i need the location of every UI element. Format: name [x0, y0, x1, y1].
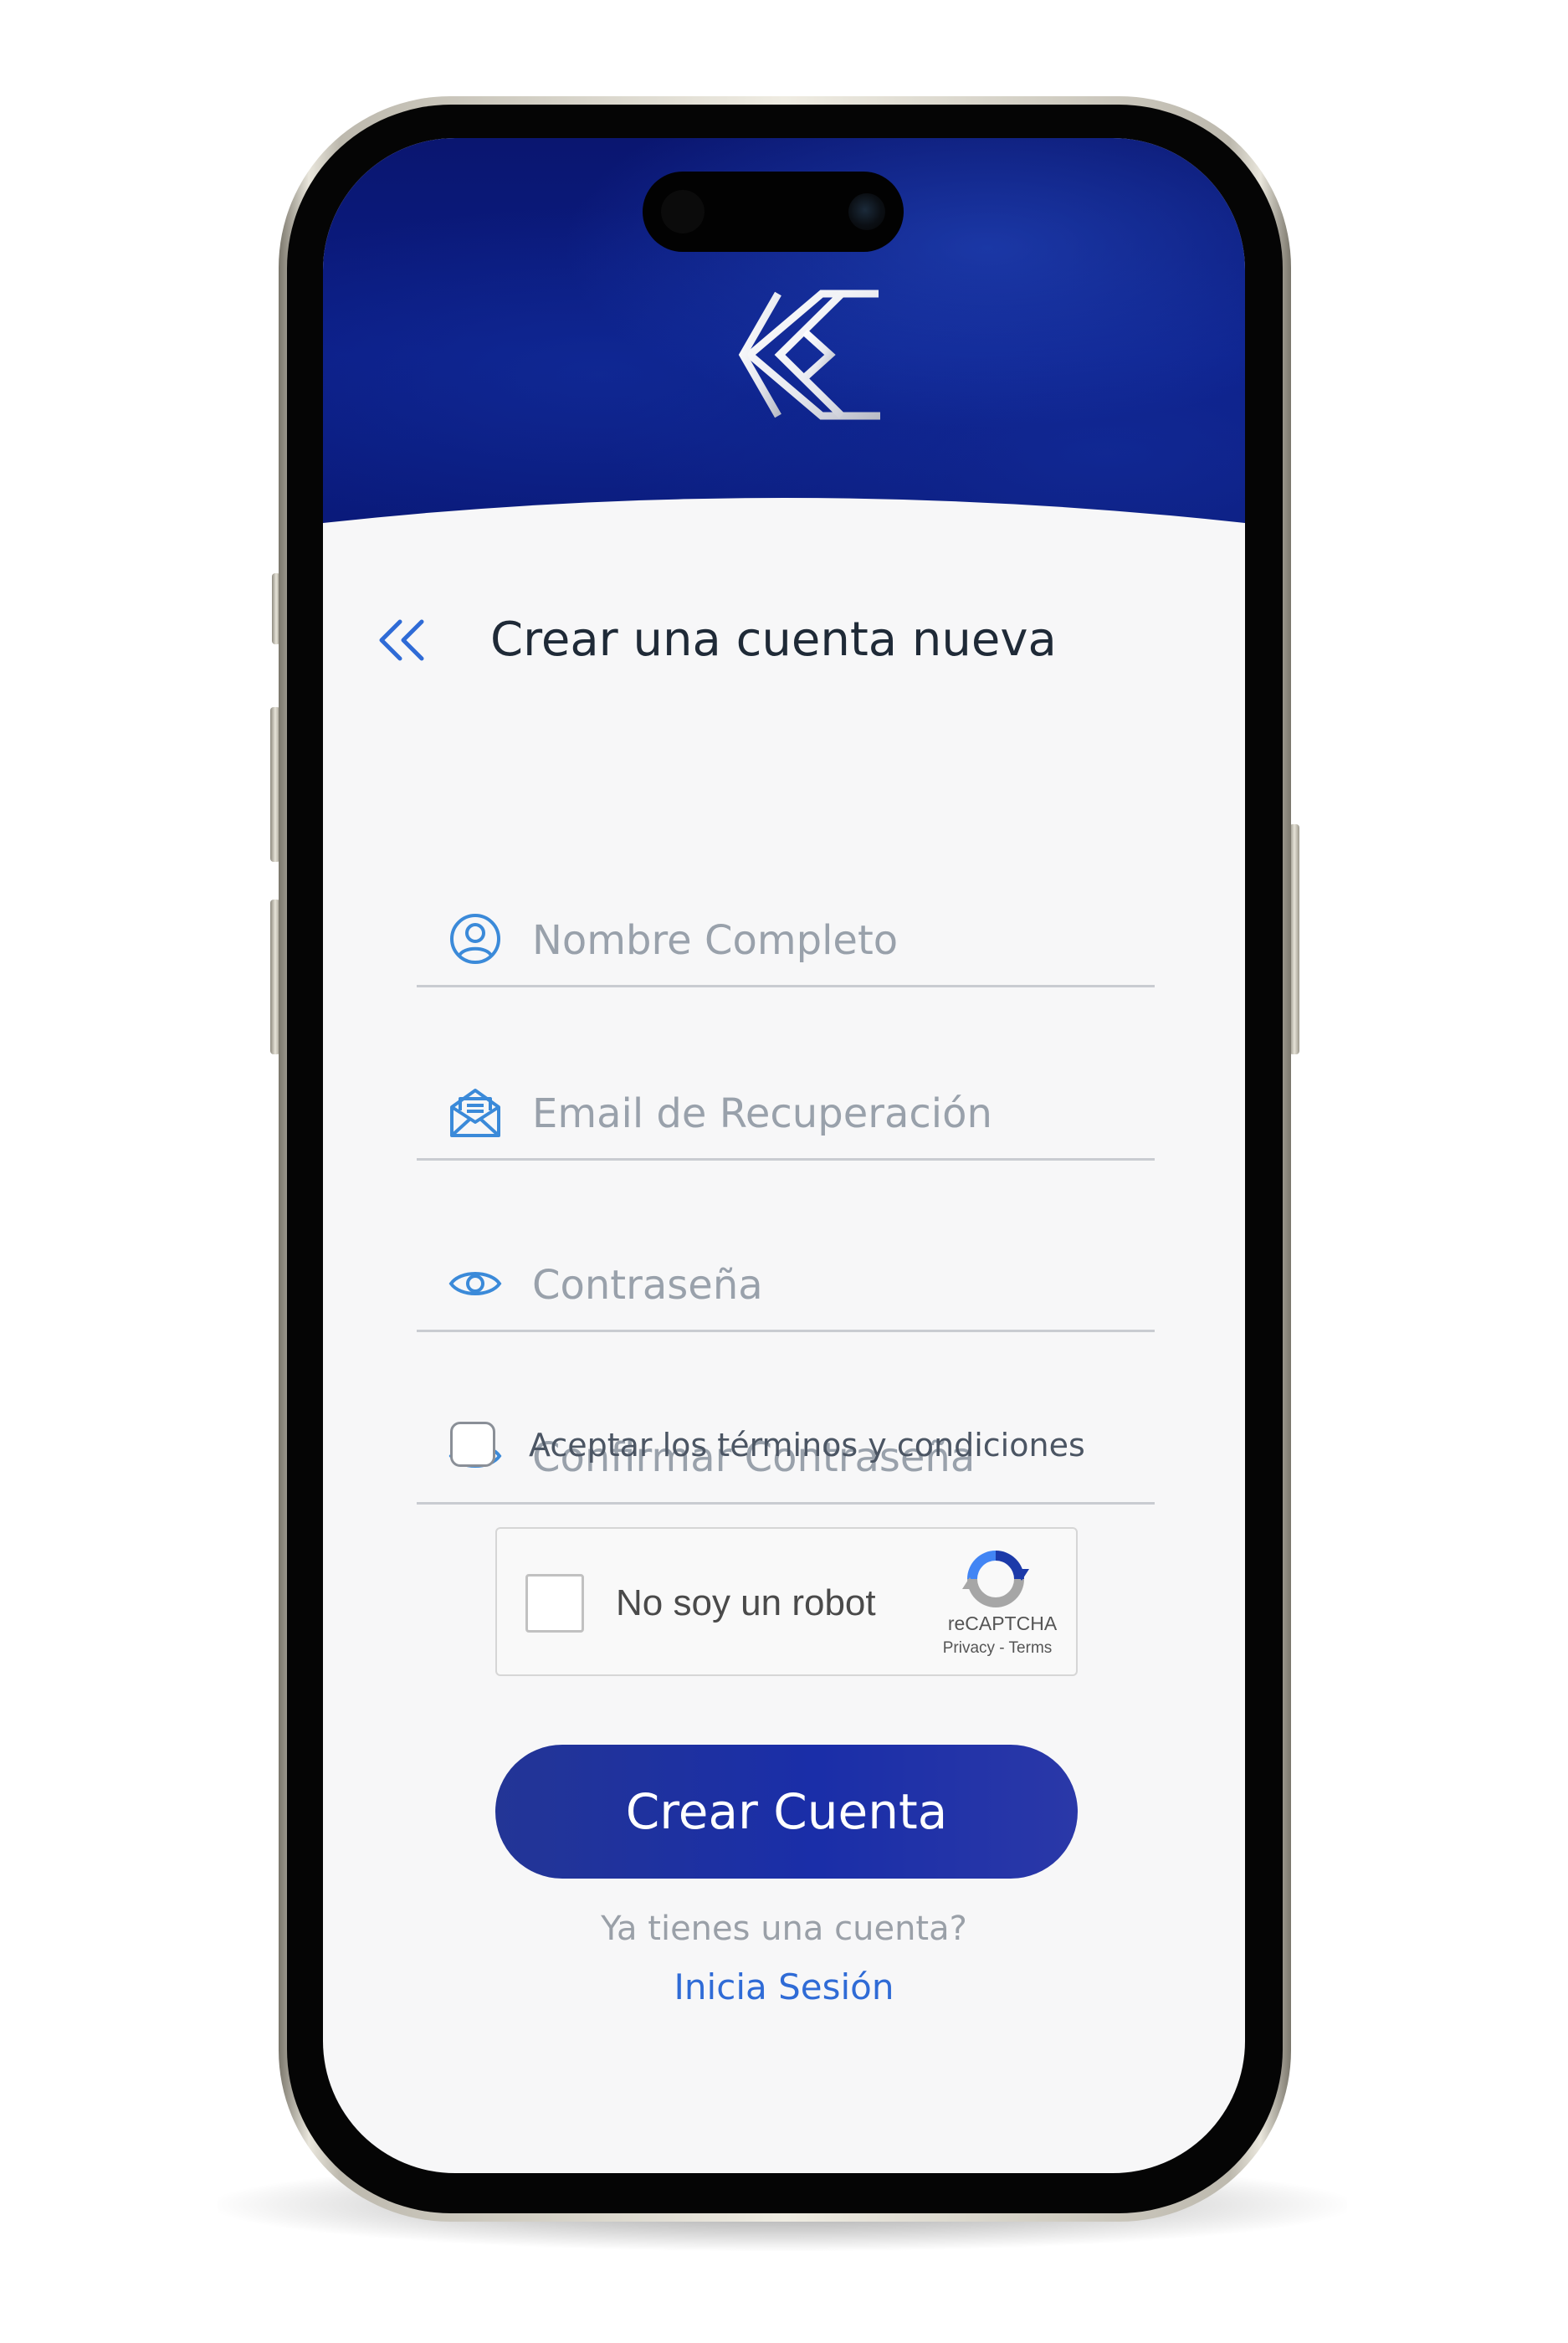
- terms-checkbox[interactable]: [450, 1422, 495, 1467]
- brand-logo: [685, 290, 880, 420]
- have-account-text: Ya tienes una cuenta?: [601, 1910, 967, 1948]
- terms-row: Aceptar los términos y condiciones: [450, 1417, 1120, 1475]
- sensor-icon: [661, 190, 705, 233]
- email-placeholder: Email de Recuperación: [532, 1090, 992, 1137]
- recaptcha-brand: reCAPTCHA: [947, 1612, 1058, 1634]
- recovery-email-field[interactable]: Email de Recuperación: [417, 1043, 1155, 1161]
- back-button[interactable]: [375, 615, 433, 665]
- full-name-field[interactable]: Nombre Completo: [417, 870, 1155, 987]
- recaptcha-links[interactable]: Privacy - Terms: [930, 1639, 1064, 1658]
- password-placeholder: Contraseña: [532, 1262, 763, 1309]
- signin-link[interactable]: Inicia Sesión: [323, 1962, 1245, 2012]
- header-curve: [323, 498, 1245, 556]
- dynamic-island: [643, 172, 904, 252]
- password-field[interactable]: Contraseña: [417, 1215, 1155, 1332]
- page-title: Crear una cuenta nueva: [490, 613, 1057, 667]
- recaptcha-icon: [962, 1551, 1029, 1607]
- recaptcha-label: No soy un robot: [616, 1582, 876, 1623]
- envelope-icon: [450, 1089, 500, 1137]
- full-name-placeholder: Nombre Completo: [532, 917, 899, 964]
- double-chevron-left-icon: [379, 619, 424, 661]
- terms-label[interactable]: Aceptar los términos y condiciones: [529, 1420, 1085, 1470]
- field-underline: [417, 1330, 1155, 1332]
- field-underline: [417, 1502, 1155, 1505]
- app-screen: Crear una cuenta nueva Nombre Completo E…: [323, 138, 1245, 2173]
- camera-icon: [848, 193, 885, 230]
- user-circle-icon: [450, 914, 500, 964]
- field-underline: [417, 985, 1155, 987]
- eye-icon: [448, 1272, 502, 1295]
- recaptcha-checkbox[interactable]: [525, 1574, 584, 1633]
- field-underline: [417, 1158, 1155, 1161]
- create-account-button[interactable]: Crear Cuenta: [495, 1745, 1078, 1879]
- recaptcha-widget: No soy un robot reCAPTCHA Privacy - Term…: [495, 1527, 1078, 1676]
